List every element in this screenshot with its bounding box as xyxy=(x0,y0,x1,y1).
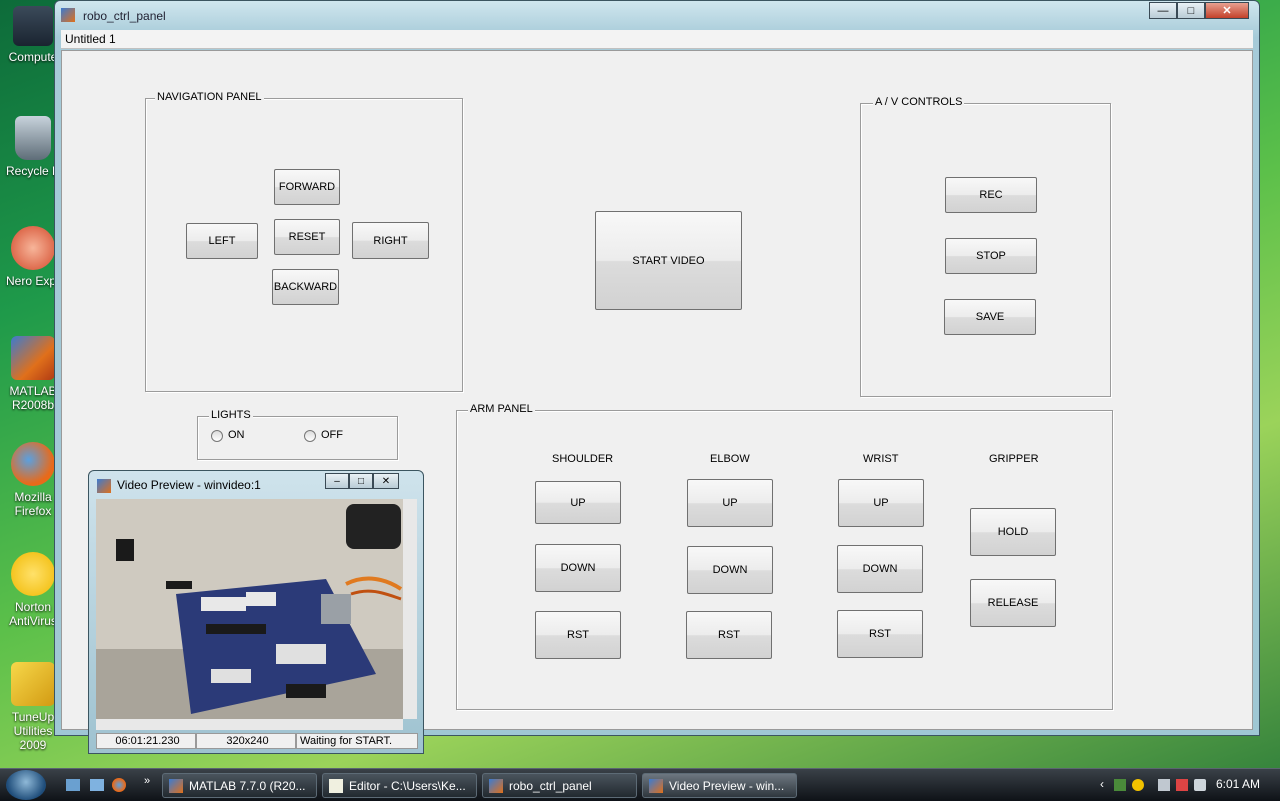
quicklaunch-overflow-icon[interactable]: » xyxy=(144,775,150,787)
wrist-rst-button[interactable]: RST xyxy=(837,610,923,658)
camera-feed-image xyxy=(96,499,403,719)
show-desktop-icon[interactable] xyxy=(66,779,80,791)
arm-panel: ARM PANEL SHOULDER UP DOWN RST ELBOW UP … xyxy=(456,403,1113,710)
taskbar: » MATLAB 7.7.0 (R20... Editor - C:\Users… xyxy=(0,768,1280,801)
lights-on-radio[interactable] xyxy=(211,430,223,442)
caption-buttons: – □ ✕ xyxy=(325,473,399,489)
right-button[interactable]: RIGHT xyxy=(352,222,429,259)
taskbar-clock[interactable]: 6:01 AM xyxy=(1216,777,1260,791)
close-button[interactable]: ✕ xyxy=(1205,2,1249,19)
wrist-up-button[interactable]: UP xyxy=(838,479,924,527)
gripper-label: GRIPPER xyxy=(989,453,1039,465)
tray-expand-icon[interactable]: ‹ xyxy=(1100,777,1104,791)
taskbar-item-label: Editor - C:\Users\Ke... xyxy=(349,779,466,793)
recycle-bin-icon xyxy=(15,116,51,160)
safely-remove-icon[interactable] xyxy=(1158,779,1170,791)
gripper-hold-button[interactable]: HOLD xyxy=(970,508,1056,556)
shoulder-up-button[interactable]: UP xyxy=(535,481,621,524)
volume-icon[interactable] xyxy=(1194,779,1206,791)
minimize-button[interactable]: — xyxy=(1149,2,1177,19)
elbow-up-button[interactable]: UP xyxy=(687,479,773,527)
left-button[interactable]: LEFT xyxy=(186,223,258,259)
video-preview-title: Video Preview - winvideo:1 xyxy=(117,478,261,492)
firefox-icon[interactable] xyxy=(112,778,126,792)
taskbar-item-label: MATLAB 7.7.0 (R20... xyxy=(189,779,306,793)
desktop-icon-label: Recycle B xyxy=(5,164,61,178)
desktop-icon-label: MATLAB R2008b xyxy=(9,384,57,412)
minimize-button[interactable]: – xyxy=(325,473,349,489)
circuit-board-photo xyxy=(96,499,403,719)
rec-button[interactable]: REC xyxy=(945,177,1037,213)
start-button[interactable] xyxy=(6,770,46,800)
lights-off-radio[interactable] xyxy=(304,430,316,442)
backward-button[interactable]: BACKWARD xyxy=(272,269,339,305)
matlab-icon xyxy=(61,8,75,22)
start-video-button[interactable]: START VIDEO xyxy=(595,211,742,310)
matlab-icon xyxy=(489,779,503,793)
computer-icon xyxy=(13,6,53,46)
stop-button[interactable]: STOP xyxy=(945,238,1037,274)
window-title: robo_ctrl_panel xyxy=(83,9,166,23)
av-controls-panel: A / V CONTROLS REC STOP SAVE xyxy=(860,96,1111,397)
menu-bar: Untitled 1 xyxy=(61,30,1253,49)
navigation-panel-title: NAVIGATION PANEL xyxy=(155,91,264,103)
desktop-icon-label: Mozilla Firefox xyxy=(14,490,52,518)
desktop-icon-label: Compute xyxy=(8,50,58,64)
navigation-panel: NAVIGATION PANEL FORWARD LEFT RESET RIGH… xyxy=(145,91,463,392)
switch-windows-icon[interactable] xyxy=(90,779,104,791)
norton-icon xyxy=(11,552,55,596)
network-icon[interactable] xyxy=(1114,779,1126,791)
shoulder-rst-button[interactable]: RST xyxy=(535,611,621,659)
firefox-icon xyxy=(11,442,55,486)
elbow-down-button[interactable]: DOWN xyxy=(687,546,773,594)
forward-button[interactable]: FORWARD xyxy=(274,169,340,205)
norton-tray-icon[interactable] xyxy=(1132,779,1144,791)
resolution-readout: 320x240 xyxy=(196,733,296,749)
matlab-icon xyxy=(11,336,55,380)
maximize-button[interactable]: □ xyxy=(1177,2,1205,19)
security-alert-icon[interactable] xyxy=(1176,779,1188,791)
taskbar-item-editor[interactable]: Editor - C:\Users\Ke... xyxy=(322,773,477,798)
gripper-release-button[interactable]: RELEASE xyxy=(970,579,1056,627)
horizontal-scrollbar[interactable] xyxy=(96,719,403,730)
wrist-down-button[interactable]: DOWN xyxy=(837,545,923,593)
taskbar-item-label: robo_ctrl_panel xyxy=(509,779,592,793)
lights-on-label: ON xyxy=(228,429,245,441)
timestamp-readout: 06:01:21.230 xyxy=(96,733,196,749)
video-preview-window: Video Preview - winvideo:1 – □ ✕ 06:01:2… xyxy=(88,470,424,754)
arm-panel-title: ARM PANEL xyxy=(468,403,535,415)
taskbar-item-video-preview[interactable]: Video Preview - win... xyxy=(642,773,797,798)
save-button[interactable]: SAVE xyxy=(944,299,1036,335)
system-tray: ‹ xyxy=(1100,777,1210,793)
close-button[interactable]: ✕ xyxy=(373,473,399,489)
taskbar-item-matlab[interactable]: MATLAB 7.7.0 (R20... xyxy=(162,773,317,798)
wrist-label: WRIST xyxy=(863,453,899,465)
lights-off-label: OFF xyxy=(321,429,343,441)
elbow-rst-button[interactable]: RST xyxy=(686,611,772,659)
lights-title: LIGHTS xyxy=(209,409,253,421)
reset-button[interactable]: RESET xyxy=(274,219,340,255)
shoulder-label: SHOULDER xyxy=(552,453,614,465)
editor-icon xyxy=(329,779,343,793)
shoulder-down-button[interactable]: DOWN xyxy=(535,544,621,592)
vertical-scrollbar[interactable] xyxy=(403,499,417,719)
desktop-icon-label: Norton AntiVirus xyxy=(9,600,57,628)
menu-item-untitled[interactable]: Untitled 1 xyxy=(65,32,116,46)
desktop-icon-label: Nero Expr xyxy=(5,274,61,288)
lights-panel: LIGHTS ON OFF xyxy=(197,409,398,460)
taskbar-item-robo-ctrl-panel[interactable]: robo_ctrl_panel xyxy=(482,773,637,798)
maximize-button[interactable]: □ xyxy=(349,473,373,489)
video-preview-status-bar: 06:01:21.230 320x240 Waiting for START. xyxy=(96,733,418,749)
taskbar-item-label: Video Preview - win... xyxy=(669,779,785,793)
matlab-icon xyxy=(649,779,663,793)
preview-status-text: Waiting for START. xyxy=(296,733,418,749)
matlab-icon xyxy=(169,779,183,793)
caption-buttons: — □ ✕ xyxy=(1149,2,1249,19)
nero-icon xyxy=(11,226,55,270)
tuneup-icon xyxy=(11,662,55,706)
matlab-icon xyxy=(97,479,111,493)
av-controls-title: A / V CONTROLS xyxy=(873,96,965,108)
elbow-label: ELBOW xyxy=(710,453,750,465)
